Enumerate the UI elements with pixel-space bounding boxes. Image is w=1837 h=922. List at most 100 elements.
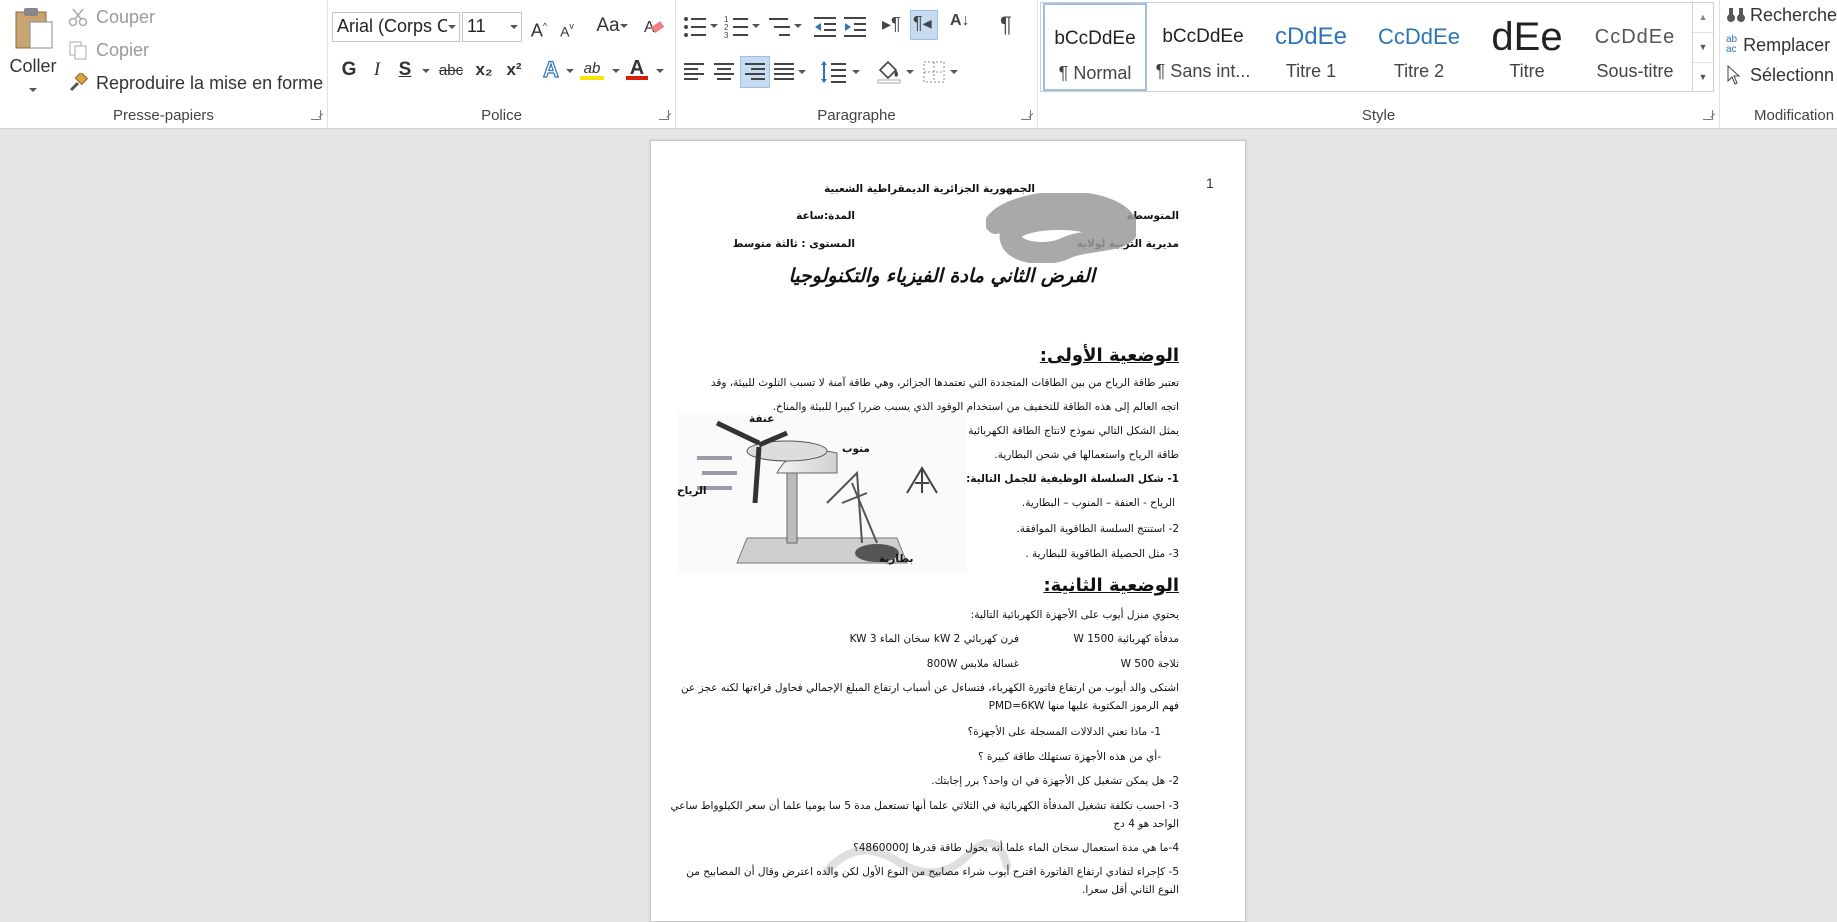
- style-no-spacing[interactable]: bCcDdEe ¶ Sans int...: [1151, 3, 1255, 91]
- pilcrow-icon: ¶: [1000, 12, 1012, 37]
- borders-icon[interactable]: [922, 60, 946, 84]
- style-heading1[interactable]: cDdEe Titre 1: [1259, 3, 1363, 91]
- font-family-arrow-icon[interactable]: [448, 25, 456, 29]
- section1-title: الوضعية الأولى:: [1039, 345, 1179, 366]
- cut-button[interactable]: Couper: [68, 4, 155, 30]
- styles-launcher-icon[interactable]: [1703, 110, 1713, 120]
- s2-question1b: -أي من هذه الأجهزة تستهلك طاقة كبيرة ؟: [977, 751, 1161, 763]
- scissors-icon: [68, 8, 88, 27]
- sort-button[interactable]: A↓: [948, 12, 974, 40]
- font-group: Arial (Corps C 11 A^ Av Aa A G I S abc x…: [328, 0, 676, 128]
- replace-button[interactable]: ab ac Remplacer: [1726, 32, 1830, 58]
- highlight-arrow-icon[interactable]: [612, 69, 620, 73]
- italic-button[interactable]: I: [364, 56, 390, 84]
- grow-font-button[interactable]: A^: [526, 12, 552, 40]
- s1-question2: 2- استنتج السلسة الطاقوية الموافقة.: [1016, 523, 1179, 535]
- format-painter-button[interactable]: Reproduire la mise en forme: [68, 70, 323, 96]
- numbering-icon[interactable]: 123: [724, 14, 750, 40]
- font-size-combobox[interactable]: 11: [462, 12, 522, 42]
- increase-indent-icon[interactable]: [842, 14, 868, 40]
- shading-arrow-icon[interactable]: [906, 70, 914, 74]
- highlight-button[interactable]: ab: [578, 54, 606, 82]
- font-launcher-icon[interactable]: [659, 110, 669, 120]
- style-title-preview: dEe: [1491, 17, 1563, 57]
- change-case-arrow-icon[interactable]: [620, 24, 628, 28]
- find-button[interactable]: Rechercher: [1726, 2, 1837, 28]
- paste-button[interactable]: Coller: [4, 4, 62, 94]
- multilevel-arrow-icon[interactable]: [794, 24, 802, 28]
- align-left-icon[interactable]: [682, 60, 706, 84]
- s2-fridge: ثلاجة 500 W: [1120, 658, 1179, 670]
- underline-label: S: [398, 59, 412, 80]
- style-title[interactable]: dEe Titre: [1475, 3, 1579, 91]
- paste-dropdown-arrow[interactable]: [29, 88, 37, 92]
- gallery-scroll: ▲ ▼ ▼: [1692, 3, 1713, 91]
- font-family-value: Arial (Corps C: [337, 16, 447, 36]
- font-family-combobox[interactable]: Arial (Corps C: [332, 12, 460, 42]
- strikethrough-button[interactable]: abc: [434, 56, 468, 84]
- s2-question5b: النوع الثاني أقل سعرا.: [1082, 884, 1179, 896]
- clear-formatting-icon[interactable]: A: [642, 14, 666, 38]
- gallery-down-icon[interactable]: ▼: [1693, 33, 1713, 63]
- bold-button[interactable]: G: [336, 56, 362, 84]
- subscript-label: x₂: [475, 60, 493, 79]
- bullets-icon[interactable]: [682, 14, 708, 40]
- s1-question1-items: الرياح - العنفة – المنوب – البطارية.: [1021, 497, 1175, 509]
- underline-button[interactable]: S: [392, 56, 418, 84]
- clipboard-launcher-icon[interactable]: [311, 110, 321, 120]
- select-label: Sélectionn: [1750, 64, 1835, 85]
- justify-arrow-icon[interactable]: [798, 70, 806, 74]
- align-right-button[interactable]: [740, 56, 770, 88]
- wind-turbine-drawing: [677, 413, 967, 573]
- font-color-swatch: [626, 76, 648, 80]
- document-page[interactable]: 1 الجمهورية الجزائرية الديمقراطية الشعبي…: [650, 140, 1246, 922]
- shading-icon[interactable]: [876, 58, 902, 84]
- font-size-arrow-icon[interactable]: [510, 25, 518, 29]
- style-heading2[interactable]: CcDdEe Titre 2: [1367, 3, 1471, 91]
- s1-question3: 3- مثل الحصيلة الطاقوية للبطارية .: [1025, 548, 1179, 560]
- gallery-more-icon[interactable]: ▼: [1693, 63, 1713, 91]
- s2-waterheater: سخان الماء 3 KW: [849, 633, 930, 645]
- bullets-arrow-icon[interactable]: [710, 24, 718, 28]
- style-normal[interactable]: bCcDdEe ¶ Normal: [1043, 3, 1147, 91]
- justify-icon[interactable]: [772, 60, 796, 84]
- copy-button[interactable]: Copier: [68, 37, 149, 63]
- fig-label-turbine: عنفة: [749, 413, 775, 425]
- align-center-icon[interactable]: [712, 60, 736, 84]
- s2-heater: مدفأة كهربائية 1500 W: [1073, 633, 1179, 645]
- shrink-font-button[interactable]: Av: [554, 12, 580, 40]
- subscript-button[interactable]: x₂: [470, 56, 498, 84]
- select-button[interactable]: Sélectionn: [1726, 62, 1834, 88]
- superscript-button[interactable]: x²: [500, 56, 528, 84]
- gallery-up-icon[interactable]: ▲: [1693, 3, 1713, 33]
- borders-arrow-icon[interactable]: [950, 70, 958, 74]
- font-color-arrow-icon[interactable]: [656, 69, 664, 73]
- style-heading2-preview: CcDdEe: [1378, 24, 1460, 49]
- s2-question3b: الواحد هو 4 دج: [1113, 818, 1179, 830]
- numbering-arrow-icon[interactable]: [752, 24, 760, 28]
- s2-para1: اشتكى والد أيوب من ارتفاع فاتورة الكهربا…: [681, 682, 1179, 694]
- styles-group-label: Style: [1361, 107, 1396, 124]
- paragraph-launcher-icon[interactable]: [1021, 110, 1031, 120]
- editing-group-label: Modification: [1754, 107, 1835, 124]
- clipboard-paste-icon: [15, 8, 53, 49]
- clipboard-group: Coller Couper Copier Reproduire la mise …: [0, 0, 328, 128]
- multilevel-list-icon[interactable]: [766, 14, 792, 40]
- ltr-direction-button[interactable]: ▸¶: [880, 12, 906, 40]
- rtl-direction-button[interactable]: ¶◂: [910, 10, 938, 40]
- underline-arrow-icon[interactable]: [422, 69, 430, 73]
- section2-title: الوضعية الثانية:: [1043, 575, 1179, 596]
- text-effects-arrow-icon[interactable]: [566, 69, 574, 73]
- paragraph-group: 123 ▸¶ ¶◂ A↓ ¶ Paragraphe: [676, 0, 1038, 128]
- decrease-indent-icon[interactable]: [812, 14, 838, 40]
- font-color-button[interactable]: A: [624, 54, 650, 82]
- replace-icon: ab ac: [1726, 34, 1738, 55]
- cut-label: Couper: [96, 6, 156, 27]
- text-effects-button[interactable]: A: [538, 56, 564, 84]
- line-spacing-icon[interactable]: [820, 60, 848, 84]
- style-subtitle[interactable]: CcDdEe Sous-titre: [1583, 3, 1687, 91]
- page-number: 1: [1206, 175, 1214, 191]
- show-marks-button[interactable]: ¶: [996, 12, 1022, 40]
- line-spacing-arrow-icon[interactable]: [852, 70, 860, 74]
- bold-label: G: [341, 59, 357, 80]
